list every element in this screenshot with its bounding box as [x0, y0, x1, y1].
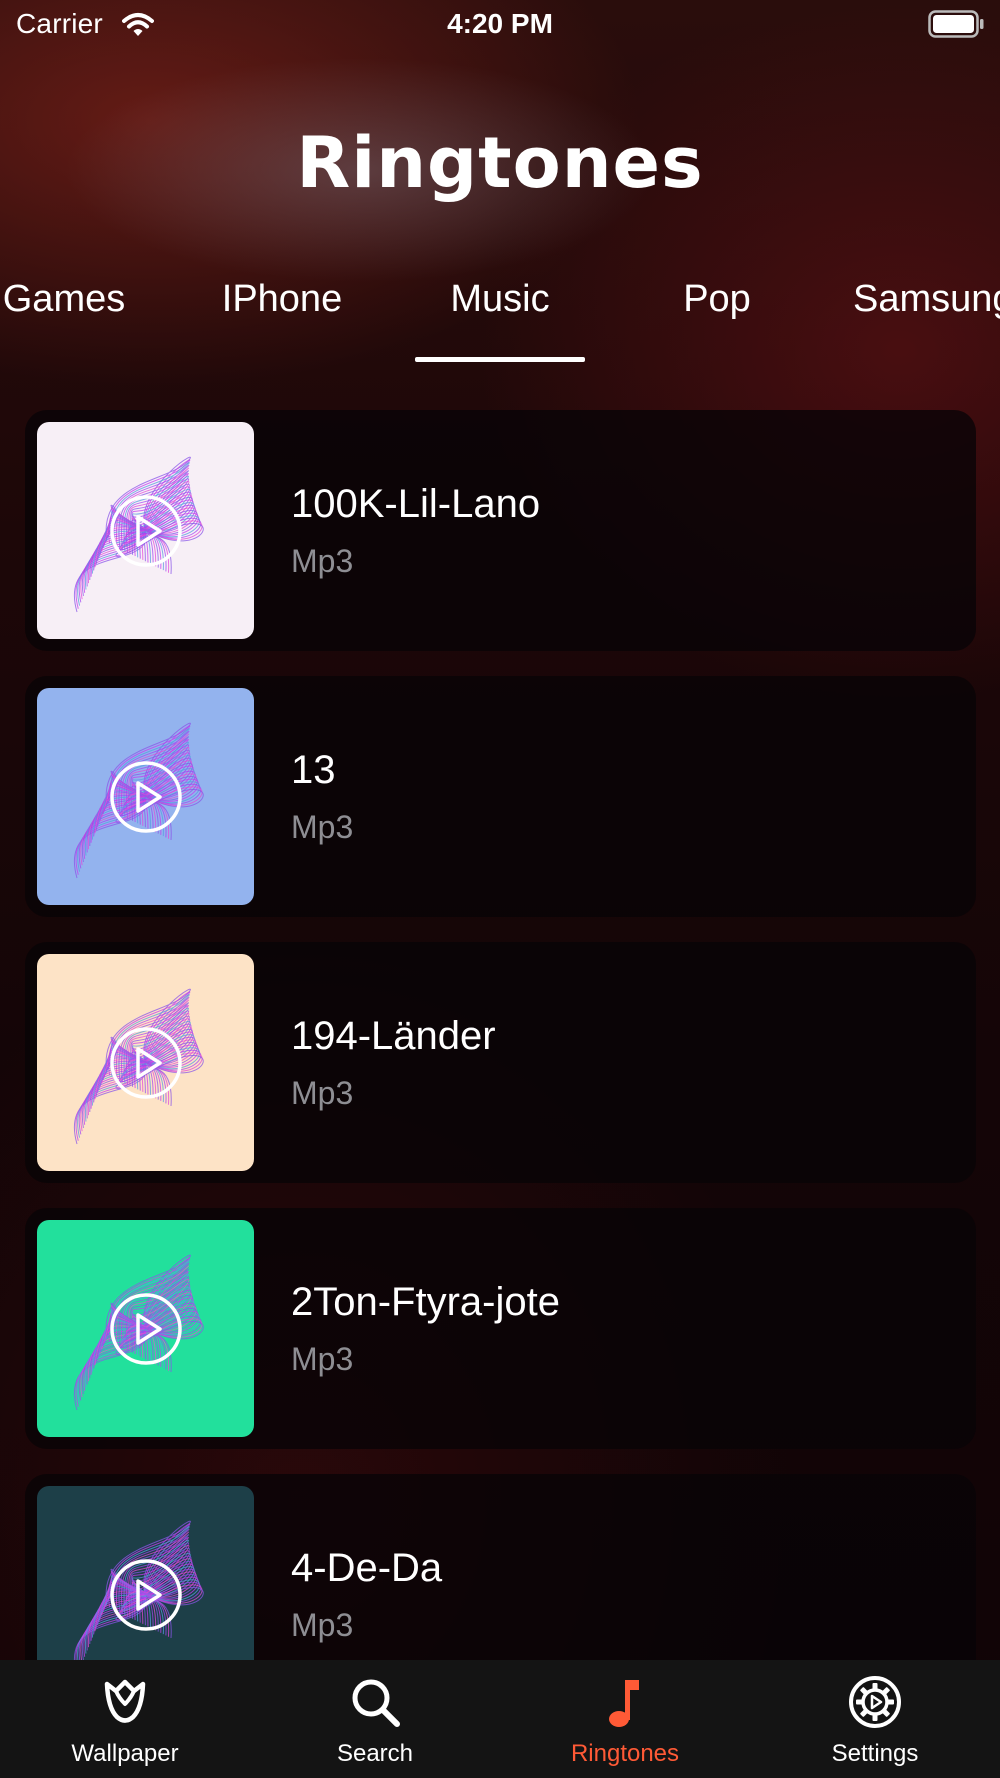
battery-icon	[928, 10, 984, 38]
tabbar-label: Ringtones	[570, 1740, 680, 1767]
page-title: Ringtones	[296, 122, 704, 204]
tabbar-item-settings[interactable]: Settings	[750, 1660, 1000, 1778]
ringtone-row[interactable]: 13 Mp3	[25, 676, 976, 917]
search-icon	[352, 1679, 400, 1727]
ringtone-row[interactable]: 194-Länder Mp3	[25, 942, 976, 1183]
ringtone-format: Mp3	[291, 1607, 354, 1643]
category-tabs: Games IPhone Music Pop Samsung	[0, 270, 1000, 365]
play-icon[interactable]	[109, 1026, 183, 1100]
ringtone-format: Mp3	[291, 543, 354, 579]
play-icon[interactable]	[109, 1558, 183, 1632]
ringtone-thumbnail[interactable]	[37, 1486, 254, 1660]
ringtone-list[interactable]: 100K-Lil-Lano Mp3 13 Mp3 194-Länder Mp3	[0, 410, 1000, 1660]
ringtone-row[interactable]: 2Ton-Ftyra-jote Mp3	[25, 1208, 976, 1449]
ringtone-thumbnail[interactable]	[37, 1220, 254, 1437]
music-note-icon	[609, 1680, 639, 1727]
tab-games[interactable]: Games	[0, 278, 149, 321]
ringtone-row[interactable]: 100K-Lil-Lano Mp3	[25, 410, 976, 651]
tulip-icon	[104, 1679, 146, 1723]
tab-selected-indicator	[415, 357, 585, 362]
play-icon[interactable]	[109, 494, 183, 568]
tab-iphone[interactable]: IPhone	[197, 278, 367, 321]
ringtone-thumbnail[interactable]	[37, 954, 254, 1171]
tabbar-label: Wallpaper	[71, 1740, 179, 1767]
ringtone-thumbnail[interactable]	[37, 688, 254, 905]
tabbar-item-ringtones[interactable]: Ringtones	[500, 1660, 750, 1778]
tabbar-label: Search	[336, 1740, 414, 1767]
gear-icon	[849, 1676, 901, 1728]
tab-samsung[interactable]: Samsung	[853, 278, 1000, 321]
ringtone-format: Mp3	[291, 1341, 354, 1377]
ringtone-thumbnail[interactable]	[37, 422, 254, 639]
tab-pop[interactable]: Pop	[632, 278, 802, 321]
ringtone-title: 100K-Lil-Lano	[291, 482, 541, 526]
ringtone-title: 4-De-Da	[291, 1546, 443, 1590]
tabbar-item-wallpaper[interactable]: Wallpaper	[0, 1660, 250, 1778]
ringtone-title: 13	[291, 748, 336, 792]
status-bar: Carrier 4:20 PM	[0, 0, 1000, 50]
play-icon[interactable]	[109, 1292, 183, 1366]
ringtone-row[interactable]: 4-De-Da Mp3	[25, 1474, 976, 1660]
ringtone-format: Mp3	[291, 1075, 354, 1111]
ringtone-title: 2Ton-Ftyra-jote	[291, 1280, 560, 1324]
bottom-tab-bar: Wallpaper Search Ringtones Settings	[0, 1660, 1000, 1778]
tabbar-label: Settings	[831, 1740, 919, 1767]
play-icon[interactable]	[109, 760, 183, 834]
ringtone-title: 194-Länder	[291, 1014, 496, 1058]
status-time: 4:20 PM	[447, 8, 553, 39]
tab-music[interactable]: Music	[415, 278, 585, 321]
tabbar-item-search[interactable]: Search	[250, 1660, 500, 1778]
ringtone-format: Mp3	[291, 809, 354, 845]
